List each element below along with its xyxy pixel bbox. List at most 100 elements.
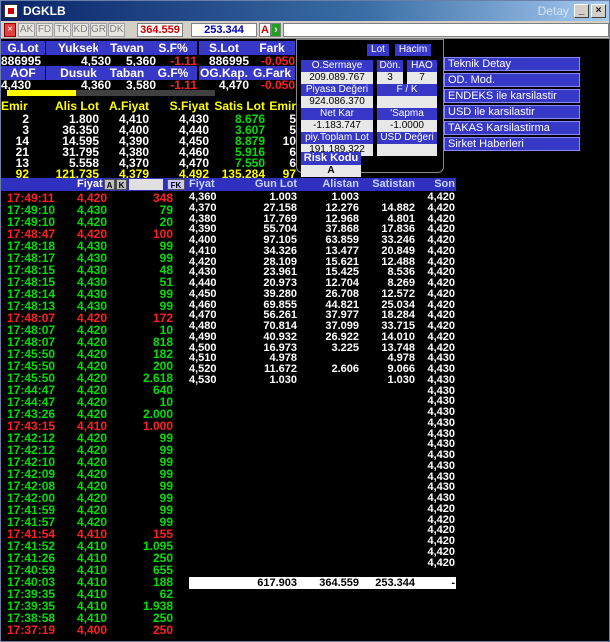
trade-row[interactable]: 17:42:08 4,420 99 (1, 479, 189, 493)
trade-row[interactable]: 17:39:35 4,410 62 (1, 587, 189, 601)
toolbar-button-tk[interactable]: TK (54, 23, 71, 37)
close-icon[interactable]: × (4, 23, 16, 37)
depth-row: 4,480 70.814 37.099 33.715 4,420 (189, 320, 456, 332)
trade-lot: 250 (152, 623, 173, 637)
menu-item-1[interactable]: OD. Mod. (444, 73, 580, 87)
trade-row[interactable]: 17:48:14 4,430 99 (1, 287, 189, 301)
progress-bar (7, 90, 215, 96)
usd-label: USD Değeri (377, 132, 437, 144)
book-row: 2 1.800 4,410 4,430 8.676 5 (1, 112, 296, 126)
hao-value: 7 (407, 72, 437, 84)
depth-header-cell: Fiyat (189, 178, 215, 190)
trade-row[interactable]: 17:49:11 4,420 348 (1, 191, 189, 205)
trade-row[interactable]: 17:42:12 4,420 99 (1, 431, 189, 445)
trades-list: 17:49:11 4,420 348 17:49:10 4,430 79 17:49:10 4… (1, 191, 189, 637)
mini-button-k[interactable]: K (116, 179, 127, 190)
hacim-button[interactable]: Hacim (395, 44, 431, 56)
trade-row[interactable]: 17:48:07 4,420 10 (1, 323, 189, 337)
trade-row[interactable]: 17:48:07 4,420 818 (1, 335, 189, 349)
trade-row[interactable]: 17:45:50 4,420 200 (1, 359, 189, 373)
order-book: Emir Alis Lot A.Fiyat S.Fiyat Satis Lot Emir 2… (1, 99, 296, 181)
depth-header-cell: Son (434, 178, 455, 190)
progress-fill (7, 90, 76, 96)
trade-row[interactable]: 17:48:17 4,430 99 (1, 251, 189, 265)
toolbar-button-gr[interactable]: GR (90, 23, 107, 37)
toolbar-button-ak[interactable]: AK (18, 23, 35, 37)
trade-row[interactable]: 17:48:15 4,430 48 (1, 263, 189, 277)
trade-row[interactable]: 17:42:00 4,420 99 (1, 491, 189, 505)
menu-item-2[interactable]: ENDEKS ile karsilastir (444, 89, 580, 103)
trade-row[interactable]: 17:37:19 4,400 250 (1, 623, 189, 637)
window-subtitle: Detay (537, 4, 569, 18)
fk-button[interactable]: FK (167, 179, 185, 190)
minimize-button[interactable]: _ (574, 4, 589, 18)
book-header-cell: Alis Lot (55, 99, 99, 113)
menu-item-5[interactable]: Sirket Haberleri (444, 137, 580, 151)
fk-value (377, 96, 437, 108)
toolbar-button-kd[interactable]: KD (72, 23, 89, 37)
close-button[interactable]: × (591, 4, 606, 18)
trade-row[interactable]: 17:45:50 4,420 2.618 (1, 371, 189, 385)
trade-row[interactable]: 17:49:10 4,420 20 (1, 215, 189, 229)
trade-row[interactable]: 17:41:54 4,410 155 (1, 527, 189, 541)
arrow-right-icon[interactable]: › (271, 23, 281, 37)
trade-row[interactable]: 17:44:47 4,420 640 (1, 383, 189, 397)
sapma-value: -1.0000 (377, 120, 437, 132)
filter-input[interactable] (129, 179, 163, 190)
trade-row[interactable]: 17:39:35 4,410 1.938 (1, 599, 189, 613)
book-header-cell: A.Fiyat (108, 99, 149, 113)
toolbar-button-dk[interactable]: DK (108, 23, 125, 37)
trade-row[interactable]: 17:38:58 4,410 250 (1, 611, 189, 625)
risk-label: Risk Kodu (301, 152, 361, 166)
trade-row[interactable]: 17:41:52 4,410 1.095 (1, 539, 189, 553)
trade-row[interactable]: 17:48:47 4,420 100 (1, 227, 189, 241)
window-title: DGKLB (23, 4, 66, 18)
price-depth-table: 4,360 1.003 1.003 4,420 4,370 27.158 12.276 14.… (189, 191, 456, 589)
menu-item-4[interactable]: TAKAS Karsilastirma (444, 121, 580, 135)
depth-row: 4,520 11.672 2.606 9.066 4,430 (189, 363, 456, 375)
trade-row[interactable]: 17:40:59 4,410 655 (1, 563, 189, 577)
piyasa-label: Piyasa Değeri (301, 84, 373, 96)
trade-row[interactable]: 17:42:12 4,420 99 (1, 443, 189, 457)
app-icon (4, 4, 18, 18)
book-header-cell: Emir (269, 99, 296, 113)
trade-row[interactable]: 17:42:09 4,420 99 (1, 467, 189, 481)
depth-son-cell: 4,420 (427, 556, 455, 569)
lot-button[interactable]: Lot (367, 44, 389, 56)
trade-row[interactable]: 17:45:50 4,420 182 (1, 347, 189, 361)
depth-row: 4,370 27.158 12.276 14.882 4,420 (189, 202, 456, 214)
trade-row[interactable]: 17:49:10 4,430 79 (1, 203, 189, 217)
trade-row[interactable]: 17:41:26 4,410 250 (1, 551, 189, 565)
trade-row[interactable]: 17:43:15 4,410 1.000 (1, 419, 189, 433)
trade-row[interactable]: 17:40:03 4,410 188 (1, 575, 189, 589)
trade-row[interactable]: 17:48:15 4,430 51 (1, 275, 189, 289)
a-button[interactable]: A (259, 23, 271, 37)
toolbar: × AK FD TK KD GR DK 364.559 253.344 A › (1, 21, 609, 39)
book-row: 13 5.558 4,370 4,470 7.550 6 (1, 156, 296, 170)
trade-row[interactable]: 17:48:18 4,430 99 (1, 239, 189, 253)
toolbar-value-red: 364.559 (137, 23, 183, 37)
book-row: 14 14.595 4,390 4,450 8.879 10 (1, 134, 296, 148)
piyasa-value: 924.086.370 (301, 96, 373, 108)
trade-row[interactable]: 17:44:47 4,420 10 (1, 395, 189, 409)
mini-button-a[interactable]: A (104, 179, 115, 190)
trade-row[interactable]: 17:43:26 4,420 2.000 (1, 407, 189, 421)
menu-item-0[interactable]: Teknik Detay (444, 57, 580, 71)
depth-cell: 1.030 (387, 373, 415, 386)
depth-total-cell: 253.344 (375, 577, 415, 589)
don-label: Dön. (377, 60, 403, 72)
depth-row: 4,530 1.030 1.030 4,430 (189, 373, 456, 386)
quote-header-1-cell: S.F% (149, 41, 197, 55)
toolbar-button-fd[interactable]: FD (36, 23, 53, 37)
trade-row[interactable]: 17:48:13 4,430 99 (1, 299, 189, 313)
symbol-input[interactable] (283, 23, 609, 37)
depth-header-cell: Gun Lot (254, 178, 297, 190)
netkar-label: Net Kar (301, 108, 373, 120)
quote-header-1-cell: Tavan (98, 41, 156, 55)
menu-item-3[interactable]: USD ile karsilastir (444, 105, 580, 119)
trade-row[interactable]: 17:41:57 4,420 99 (1, 515, 189, 529)
title-bar[interactable]: DGKLB Detay _ × (1, 1, 609, 21)
trade-row[interactable]: 17:42:10 4,420 99 (1, 455, 189, 469)
trade-row[interactable]: 17:48:07 4,420 172 (1, 311, 189, 325)
trade-row[interactable]: 17:41:59 4,420 99 (1, 503, 189, 517)
